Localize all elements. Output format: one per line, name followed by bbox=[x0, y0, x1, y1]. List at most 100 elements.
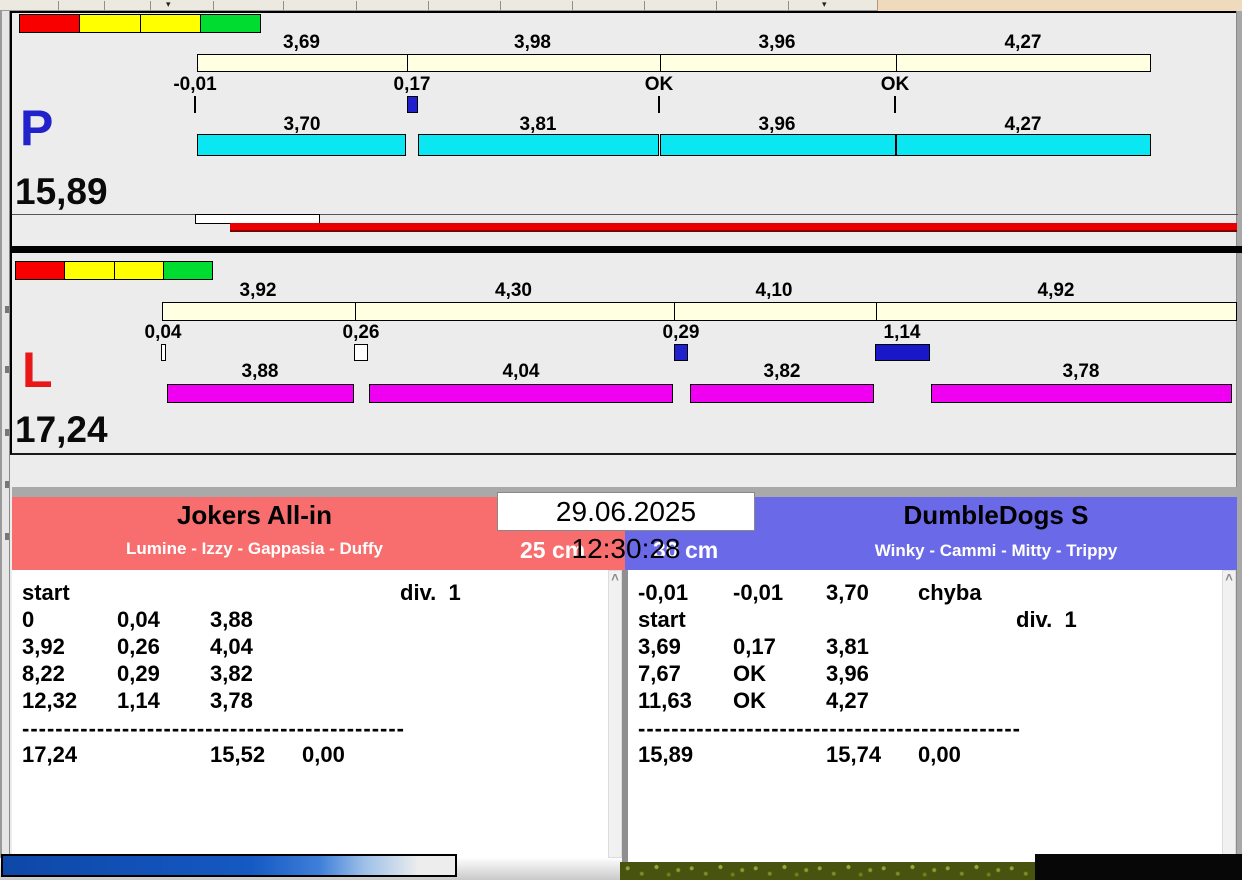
gate-mark-label: OK bbox=[845, 74, 945, 96]
toolbar-separator bbox=[213, 1, 214, 10]
reference-split-label: 4,10 bbox=[673, 280, 875, 302]
team-dogs: Lumine - Izzy - Gappasia - Duffy bbox=[12, 539, 497, 559]
table-cell: 8,22 bbox=[22, 661, 65, 687]
run-split-label: 3,96 bbox=[727, 114, 827, 136]
video-grass-strip bbox=[620, 862, 1035, 880]
table-cell: 0,04 bbox=[117, 607, 160, 633]
gate-diff-marker bbox=[354, 344, 368, 361]
table-cell: start bbox=[22, 580, 70, 606]
results-table-right: -0,01 -0,01 3,70 chyba start div. 1 3,69… bbox=[628, 570, 1222, 862]
dropdown-caret-icon[interactable]: ▾ bbox=[822, 0, 827, 9]
reference-split-label: 4,27 bbox=[895, 32, 1151, 54]
table-cell: 3,78 bbox=[210, 688, 253, 714]
bar-separator bbox=[355, 303, 356, 320]
total-time: 17,24 bbox=[22, 742, 77, 768]
reference-bar bbox=[162, 302, 1237, 321]
team-name: Jokers All-in bbox=[12, 500, 497, 531]
total-time: 15,89 bbox=[638, 742, 693, 768]
table-cell: 0,29 bbox=[117, 661, 160, 687]
run-bar-segment bbox=[660, 134, 896, 156]
reference-split-label: 3,98 bbox=[406, 32, 659, 54]
toolbar-separator bbox=[716, 1, 717, 10]
section-divider bbox=[10, 246, 1242, 253]
team-name: DumbleDogs S bbox=[755, 500, 1237, 531]
traffic-light-bar bbox=[15, 261, 213, 280]
gate-mark-label: -0,01 bbox=[145, 74, 245, 96]
table-cell: 3,92 bbox=[22, 634, 65, 660]
dashed-separator: ----------------------------------------… bbox=[638, 716, 1021, 742]
table-row: start div. 1 bbox=[12, 580, 608, 604]
table-cell: 3,82 bbox=[210, 661, 253, 687]
table-cell: 3,81 bbox=[826, 634, 869, 660]
background-glyph bbox=[5, 366, 9, 373]
background-glyph bbox=[5, 306, 9, 313]
titlebar-gradient bbox=[3, 856, 455, 875]
table-cell: 3,70 bbox=[826, 580, 869, 606]
toolbar-separator bbox=[283, 1, 284, 10]
clock: 29.06.2025 12:30:28 bbox=[497, 492, 755, 531]
table-cell: 1,14 bbox=[117, 688, 160, 714]
clean-time: 15,74 bbox=[826, 742, 881, 768]
gate-diff-marker bbox=[161, 344, 166, 361]
table-cell: 4,04 bbox=[210, 634, 253, 660]
background-glyph bbox=[5, 533, 9, 540]
toolbar-separator bbox=[356, 1, 357, 10]
scroll-up-icon[interactable]: ˄ bbox=[1223, 571, 1235, 585]
reference-split-label: 4,30 bbox=[354, 280, 673, 302]
section-total: 17,24 bbox=[15, 411, 108, 448]
table-row: start div. 1 bbox=[628, 607, 1222, 631]
run-bar-segment bbox=[931, 384, 1232, 403]
totals-row: 17,24 15,52 0,00 bbox=[12, 742, 608, 766]
run-split-label: 4,04 bbox=[471, 361, 571, 383]
p-section: 3,69 3,98 3,96 4,27 -0,01 0,17 OK OK 3,7… bbox=[10, 11, 1236, 246]
gate-mark-label: 0,04 bbox=[113, 322, 213, 344]
table-row: 7,67 OK 3,96 bbox=[628, 661, 1222, 685]
background-window-titlebar[interactable] bbox=[1, 854, 457, 877]
table-cell: 3,69 bbox=[638, 634, 681, 660]
gate-tick-marker bbox=[894, 96, 896, 113]
scrollbar[interactable]: ˄ bbox=[608, 570, 622, 858]
traffic-segment-yellow bbox=[115, 262, 164, 279]
run-split-label: 3,88 bbox=[210, 361, 310, 383]
run-split-label: 3,82 bbox=[732, 361, 832, 383]
section-letter: L bbox=[22, 345, 53, 395]
run-split-label: 3,81 bbox=[488, 114, 588, 136]
gate-mark-label: 0,26 bbox=[311, 322, 411, 344]
table-row: 3,69 0,17 3,81 bbox=[628, 634, 1222, 658]
table-cell: -0,01 bbox=[733, 580, 783, 606]
bar-separator bbox=[876, 303, 877, 320]
table-row: -0,01 -0,01 3,70 chyba bbox=[628, 580, 1222, 604]
run-split-label: 3,78 bbox=[1031, 361, 1131, 383]
reference-split-label: 3,69 bbox=[197, 32, 406, 54]
background-glyph bbox=[5, 429, 9, 436]
clean-time: 15,52 bbox=[210, 742, 265, 768]
run-bar-segment bbox=[197, 134, 406, 156]
table-cell: 11,63 bbox=[638, 688, 692, 714]
run-split-label: 3,70 bbox=[252, 114, 352, 136]
reference-split-label: 4,92 bbox=[875, 280, 1237, 302]
table-cell: start bbox=[638, 607, 686, 633]
gate-tick-marker bbox=[194, 96, 196, 113]
scrollbar[interactable]: ˄ bbox=[1222, 570, 1236, 862]
toolbar-separator bbox=[104, 1, 105, 10]
traffic-segment-green bbox=[201, 15, 260, 32]
traffic-segment-green bbox=[164, 262, 212, 279]
results-table-left: start div. 1 0 0,04 3,88 3,92 0,26 4,04 … bbox=[12, 570, 608, 858]
table-cell: 3,96 bbox=[826, 661, 869, 687]
traffic-light-bar bbox=[19, 14, 261, 33]
toolbar-separator bbox=[500, 1, 501, 10]
dropdown-caret-icon[interactable]: ▾ bbox=[166, 0, 171, 9]
background-toolbar: ▾ ▾ bbox=[0, 0, 1242, 11]
toolbar-separator bbox=[58, 1, 59, 10]
table-cell: 0,26 bbox=[117, 634, 160, 660]
run-split-label: 4,27 bbox=[973, 114, 1073, 136]
background-window-strip bbox=[877, 0, 1242, 11]
reference-bar bbox=[197, 54, 1151, 72]
table-cell: 7,67 bbox=[638, 661, 681, 687]
progress-red-bar bbox=[230, 223, 1237, 232]
run-bar-segment bbox=[369, 384, 673, 403]
scroll-up-icon[interactable]: ˄ bbox=[609, 571, 621, 585]
table-row: 0 0,04 3,88 bbox=[12, 607, 608, 631]
table-cell: chyba bbox=[918, 580, 982, 606]
table-row: 8,22 0,29 3,82 bbox=[12, 661, 608, 685]
